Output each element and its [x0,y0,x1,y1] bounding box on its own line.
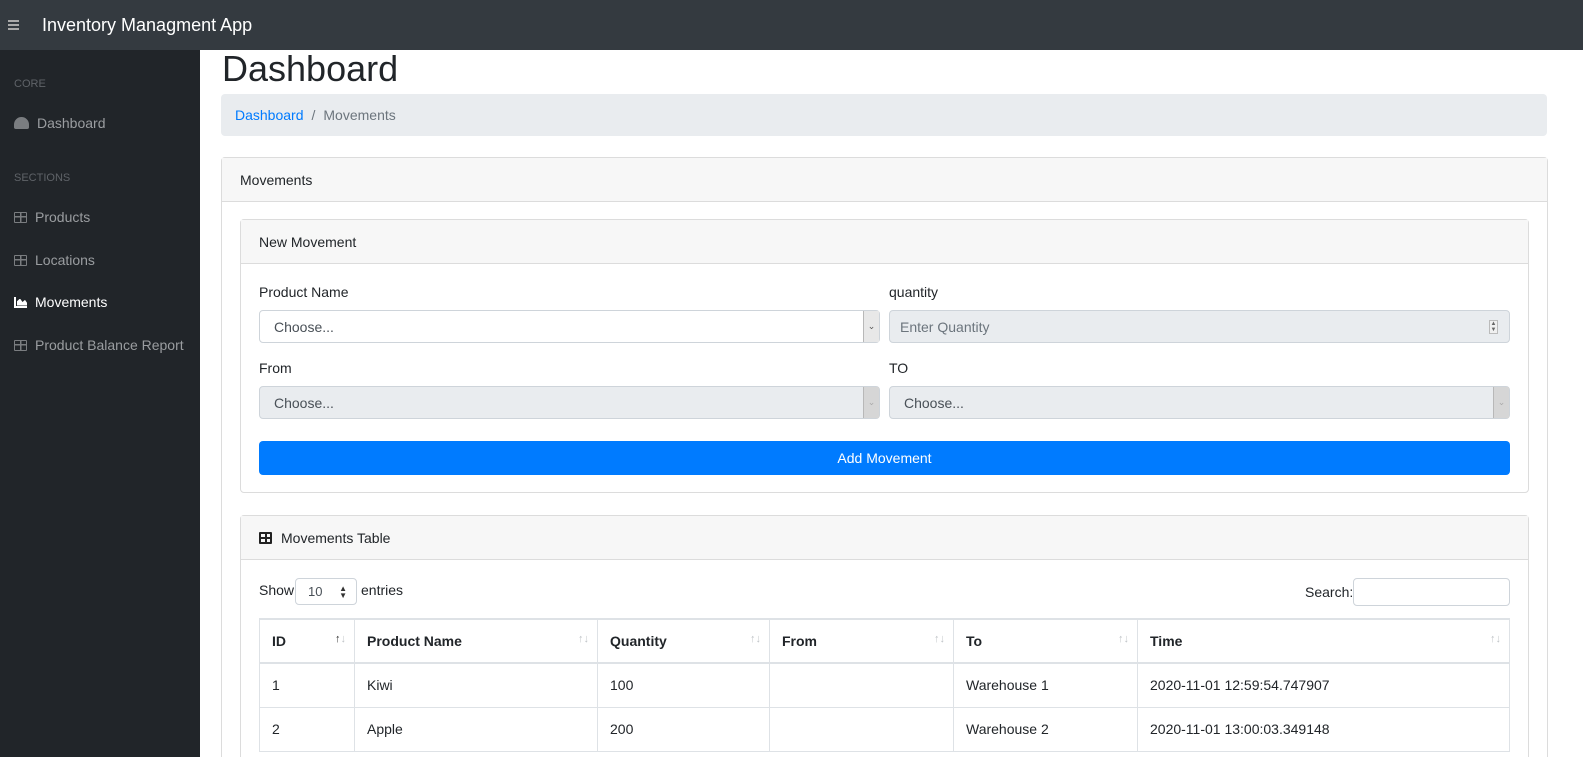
sort-icon: ↑↓ [1490,633,1501,645]
sidebar-toggle-button[interactable] [0,0,42,50]
area-chart-icon [14,296,27,308]
column-header-label: ID [272,633,286,649]
table-icon [14,339,27,351]
add-movement-button[interactable]: Add Movement [259,441,1510,475]
cell-quantity: 100 [597,662,770,708]
cell-from [769,662,954,708]
tachometer-icon [14,117,29,129]
from-select-value: Choose... [274,394,334,411]
top-navbar: Inventory Managment App [0,0,1583,50]
quantity-input[interactable]: Enter Quantity ▲ ▼ [889,310,1510,343]
entries-length-value: 10 [308,584,323,599]
cell-product-name: Apple [354,706,598,752]
table-row: 1 Kiwi 100 Warehouse 1 2020-11-01 12:59:… [259,662,1510,708]
breadcrumb-current: Movements [323,107,396,123]
new-movement-title: New Movement [259,233,357,250]
search-label: Search: [1305,584,1354,600]
quantity-placeholder: Enter Quantity [900,318,990,335]
sidebar-heading-sections: SECTIONS [14,172,71,184]
sidebar-item-product-balance-report[interactable]: Product Balance Report [14,337,184,353]
column-header-label: Time [1150,633,1183,649]
to-select-value: Choose... [904,394,964,411]
cell-id: 1 [259,662,355,708]
movements-table-header: Movements Table [241,516,1528,560]
breadcrumb-separator: / [311,107,316,123]
sort-icon: ↑↓ [335,633,346,645]
breadcrumb-link-dashboard[interactable]: Dashboard [235,107,304,123]
cell-to: Warehouse 1 [953,662,1138,708]
column-header-quantity[interactable]: Quantity ↑↓ [597,618,770,664]
new-movement-card: New Movement Product Name Choose... ⌄ qu… [240,219,1529,493]
to-select[interactable]: Choose... ⌄ [889,386,1510,419]
movements-card-title: Movements [240,171,313,188]
number-spinner-icon[interactable]: ▲ ▼ [1489,320,1498,334]
sort-icon: ↑↓ [578,633,589,645]
table-icon [14,211,27,223]
to-label: TO [889,360,909,376]
table-header-row: ID ↑↓ Product Name ↑↓ Quantity ↑↓ From ↑↓ To… [259,618,1510,664]
chevron-down-icon: ⌄ [863,387,879,418]
sort-icon: ↑↓ [934,633,945,645]
from-select[interactable]: Choose... ⌄ [259,386,880,419]
column-header-id[interactable]: ID ↑↓ [259,618,355,664]
sidebar-item-dashboard[interactable]: Dashboard [14,115,106,131]
column-header-from[interactable]: From ↑↓ [769,618,954,664]
sidebar-item-products[interactable]: Products [14,209,90,225]
main-content: Dashboard Dashboard / Movements Movement… [200,48,1583,757]
entries-label: entries [361,582,404,598]
column-header-to[interactable]: To ↑↓ [953,618,1138,664]
product-name-select-value: Choose... [274,318,334,335]
cell-time: 2020-11-01 12:59:54.747907 [1137,662,1510,708]
from-label: From [259,360,292,376]
cell-from [769,706,954,752]
table-icon [259,531,272,544]
sidebar-item-label: Dashboard [37,115,106,131]
movements-card-header: Movements [222,158,1547,202]
chevron-down-icon: ⌄ [1493,387,1509,418]
sidebar-item-label: Product Balance Report [35,337,184,353]
page-title: Dashboard [222,48,399,89]
column-header-label: Quantity [610,633,667,649]
sidebar-item-locations[interactable]: Locations [14,252,95,268]
sidebar-item-movements[interactable]: Movements [14,294,107,310]
sidebar-heading-core: CORE [14,78,46,90]
table-search-input[interactable] [1353,578,1510,606]
column-header-label: From [782,633,817,649]
product-name-select[interactable]: Choose... ⌄ [259,310,880,343]
product-name-label: Product Name [259,284,349,300]
movements-table-title: Movements Table [281,529,391,546]
cell-time: 2020-11-01 13:00:03.349148 [1137,706,1510,752]
chevron-down-icon: ⌄ [863,311,879,342]
column-header-product-name[interactable]: Product Name ↑↓ [354,618,598,664]
sidebar-item-label: Movements [35,294,108,310]
column-header-label: Product Name [367,633,462,649]
table-icon [14,254,27,266]
movements-table-card: Movements Table Show 10 ▲ ▼ entries Searc… [240,515,1529,757]
column-header-time[interactable]: Time ↑↓ [1137,618,1510,664]
sidebar: CORE Dashboard SECTIONS Products Locatio… [0,50,200,757]
app-brand[interactable]: Inventory Managment App [42,15,252,36]
column-header-label: To [966,633,983,649]
movements-table: ID ↑↓ Product Name ↑↓ Quantity ↑↓ From ↑↓ To… [259,618,1510,752]
cell-id: 2 [259,706,355,752]
sidebar-item-label: Locations [35,252,95,268]
show-label: Show [259,582,295,598]
cell-quantity: 200 [597,706,770,752]
breadcrumb: Dashboard / Movements [221,94,1547,136]
cell-to: Warehouse 2 [953,706,1138,752]
sort-caret-icon: ▲ ▼ [339,584,347,600]
sort-icon: ↑↓ [750,633,761,645]
table-row: 2 Apple 200 Warehouse 2 2020-11-01 13:00… [259,706,1510,752]
cell-product-name: Kiwi [354,662,598,708]
sort-icon: ↑↓ [1118,633,1129,645]
new-movement-header: New Movement [241,220,1528,264]
sidebar-item-label: Products [35,209,91,225]
quantity-label: quantity [889,284,939,300]
hamburger-icon [8,20,19,30]
entries-length-select[interactable]: 10 ▲ ▼ [295,578,357,605]
